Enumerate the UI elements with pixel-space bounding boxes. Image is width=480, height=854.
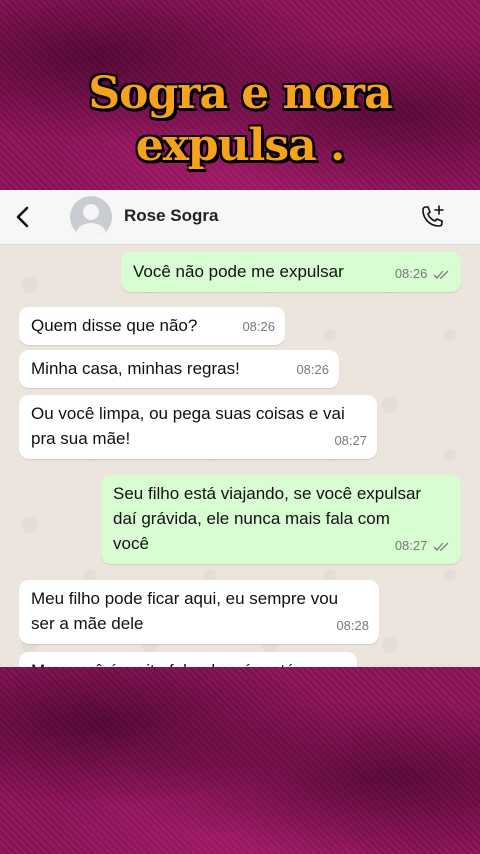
message-text: Mas você é muito folgada, só na tá <box>31 658 295 667</box>
default-avatar-icon <box>76 204 106 238</box>
message-text: Seu filho está viajando, se você expulsa… <box>113 484 422 553</box>
message-text: Quem disse que não? <box>31 316 198 335</box>
message-text: Meu filho pode ficar aqui, eu sempre vou… <box>31 589 339 633</box>
message-bubble-incoming[interactable]: Mas você é muito folgada, só na tá <box>19 652 357 667</box>
message-time: 08:26 <box>242 319 275 334</box>
chat-header: Rose Sogra <box>0 190 480 245</box>
message-time: 08:27 <box>334 433 367 448</box>
message-text: Minha casa, minhas regras! <box>31 359 240 378</box>
message-time: 08:26 <box>296 362 329 377</box>
message-text: Ou você limpa, ou pega suas coisas e vai… <box>31 404 345 448</box>
contact-name[interactable]: Rose Sogra <box>124 206 218 226</box>
background-bottom <box>0 667 480 854</box>
read-receipt-icon <box>433 270 449 279</box>
video-title: Sogra e nora expulsa . <box>0 68 480 172</box>
message-bubble-incoming[interactable]: Meu filho pode ficar aqui, eu sempre vou… <box>19 580 379 644</box>
message-bubble-incoming[interactable]: Quem disse que não? 08:26 <box>19 307 285 345</box>
message-time: 08:28 <box>336 618 369 633</box>
message-text: Você não pode me expulsar <box>133 262 344 281</box>
contact-avatar[interactable] <box>70 196 112 238</box>
message-time: 08:27 <box>394 538 428 553</box>
message-bubble-outgoing[interactable]: Você não pode me expulsar 08:26 <box>121 252 461 292</box>
message-time: 08:26 <box>394 266 428 281</box>
message-bubble-incoming[interactable]: Ou você limpa, ou pega suas coisas e vai… <box>19 395 377 459</box>
read-receipt-icon <box>433 542 449 551</box>
chat-screen: Rose Sogra Você não pode me expulsar 08:… <box>0 190 480 667</box>
title-line-2: expulsa . <box>135 120 346 171</box>
back-chevron-icon[interactable] <box>14 205 32 229</box>
add-call-icon[interactable] <box>418 204 446 232</box>
title-line-1: Sogra e nora <box>88 68 392 119</box>
message-bubble-incoming[interactable]: Minha casa, minhas regras! 08:26 <box>19 350 339 388</box>
message-bubble-outgoing[interactable]: Seu filho está viajando, se você expulsa… <box>101 475 461 564</box>
